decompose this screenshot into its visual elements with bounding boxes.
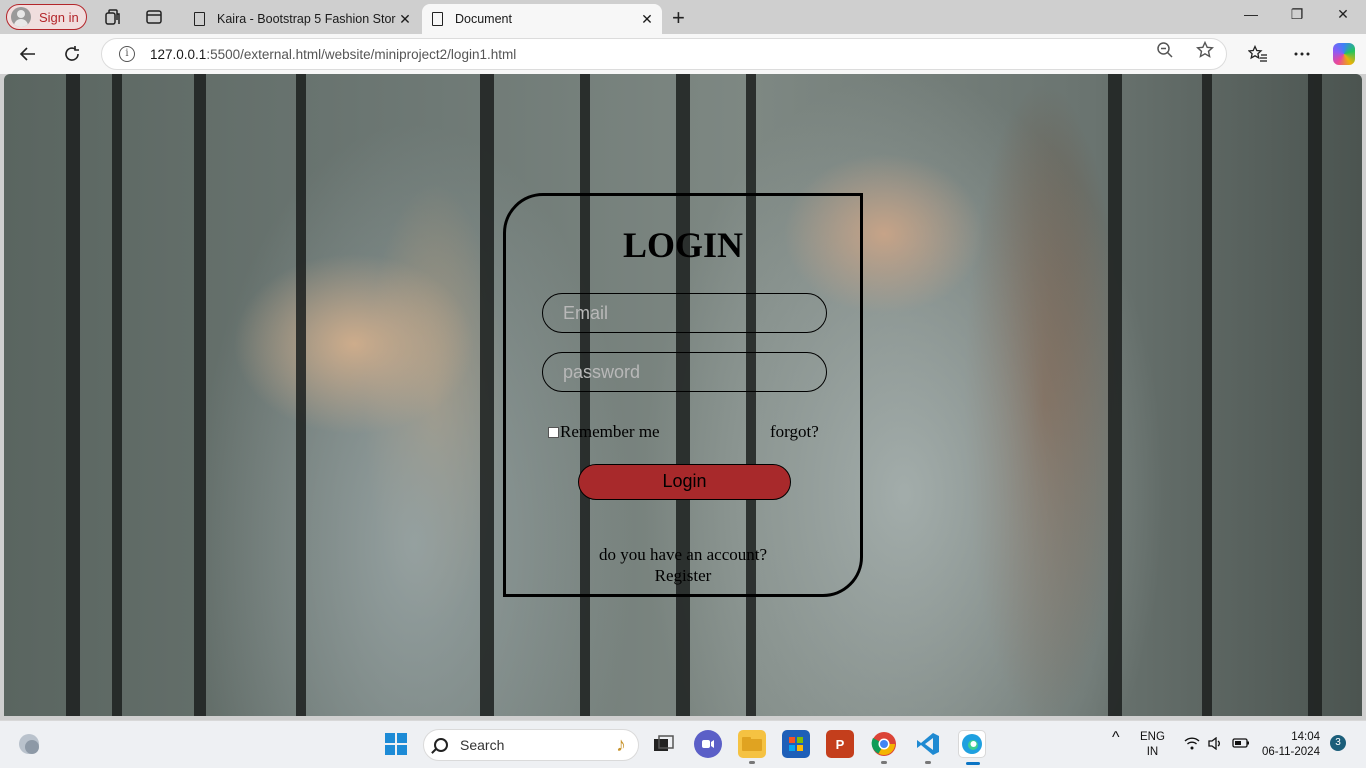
favorites-icon[interactable] — [1246, 42, 1270, 66]
browser-tab-strip: Sign in Kaira - Bootstrap 5 Fashion Stor… — [0, 0, 1366, 34]
volume-icon[interactable] — [1208, 736, 1222, 755]
sign-in-label: Sign in — [39, 9, 79, 25]
search-icon — [434, 738, 448, 752]
clock-time: 14:04 — [1291, 731, 1320, 743]
url-text[interactable]: 127.0.0.1:5500/external.html/website/min… — [150, 47, 516, 62]
site-info-icon[interactable]: i — [119, 46, 135, 62]
favorite-star-icon[interactable] — [1195, 40, 1215, 64]
search-highlight-icon: ♪ — [616, 733, 626, 756]
remember-me-label: Remember me — [560, 422, 660, 441]
chat-icon[interactable] — [694, 730, 722, 758]
new-tab-button[interactable]: + — [672, 5, 685, 31]
powerpoint-icon[interactable]: P — [826, 730, 854, 758]
sign-in-button[interactable]: Sign in — [6, 4, 87, 30]
minimize-button[interactable]: — — [1236, 6, 1266, 22]
weather-widget-icon[interactable] — [15, 730, 43, 758]
show-hidden-icons-icon[interactable]: ^ — [1112, 730, 1120, 746]
browser-toolbar: i 127.0.0.1:5500/external.html/website/m… — [0, 34, 1366, 74]
zoom-out-icon[interactable] — [1156, 41, 1174, 64]
taskbar-search[interactable]: Search ♪ — [423, 729, 639, 761]
url-host: 127.0.0.1 — [150, 46, 207, 62]
back-icon[interactable] — [16, 42, 40, 66]
lang-bottom: IN — [1146, 746, 1159, 758]
remember-me[interactable]: Remember me — [548, 422, 660, 442]
register-link[interactable]: Register — [506, 566, 860, 586]
more-icon[interactable] — [1290, 42, 1314, 66]
file-explorer-icon[interactable] — [738, 730, 766, 764]
have-account-text: do you have an account? — [598, 545, 768, 564]
remember-me-checkbox[interactable] — [548, 426, 559, 438]
forgot-password-link[interactable]: forgot? — [770, 422, 819, 442]
workspaces-icon[interactable] — [103, 7, 123, 27]
tab-title: Document — [455, 12, 512, 26]
copilot-icon[interactable] — [1333, 43, 1355, 65]
close-window-button[interactable]: ✕ — [1328, 6, 1358, 23]
battery-icon[interactable] — [1232, 738, 1250, 753]
vscode-icon[interactable] — [914, 730, 942, 764]
profile-avatar-icon — [11, 7, 31, 27]
clock[interactable]: 14:04 06-11-2024 — [1262, 730, 1320, 760]
page-icon — [194, 12, 205, 26]
store-icon[interactable] — [782, 730, 810, 758]
chrome-icon[interactable] — [870, 730, 898, 764]
login-button[interactable]: Login — [578, 464, 791, 500]
edge-icon[interactable] — [958, 730, 986, 765]
tab-document[interactable]: Document ✕ — [422, 4, 662, 34]
wifi-icon[interactable] — [1184, 737, 1200, 755]
tab-actions-icon[interactable] — [144, 7, 164, 27]
refresh-icon[interactable] — [60, 42, 84, 66]
address-bar[interactable]: i 127.0.0.1:5500/external.html/website/m… — [101, 38, 1227, 70]
page-viewport: LOGIN Remember me forgot? Login do you h… — [4, 74, 1362, 716]
url-path: :5500/external.html/website/miniproject2… — [206, 46, 517, 62]
email-input[interactable] — [542, 293, 827, 333]
start-icon[interactable] — [382, 730, 410, 758]
restore-button[interactable]: ❐ — [1282, 6, 1312, 23]
tab-close-icon[interactable]: ✕ — [638, 11, 656, 28]
clock-date: 06-11-2024 — [1262, 746, 1320, 758]
taskbar: Search ♪ P ^ ENG IN 14:04 06-11-2024 — [0, 720, 1366, 768]
task-view-icon[interactable] — [650, 730, 678, 758]
lang-top: ENG — [1140, 731, 1165, 743]
notification-badge[interactable]: 3 — [1330, 735, 1346, 751]
login-form: LOGIN Remember me forgot? Login do you h… — [503, 193, 863, 597]
page-icon — [432, 12, 443, 26]
language-indicator[interactable]: ENG IN — [1140, 730, 1165, 760]
tab-kaira[interactable]: Kaira - Bootstrap 5 Fashion Store ✕ — [184, 4, 420, 34]
tab-close-icon[interactable]: ✕ — [396, 11, 414, 28]
password-input[interactable] — [542, 352, 827, 392]
login-title: LOGIN — [622, 225, 744, 265]
search-placeholder: Search — [460, 737, 505, 753]
tab-title: Kaira - Bootstrap 5 Fashion Store — [217, 12, 396, 26]
